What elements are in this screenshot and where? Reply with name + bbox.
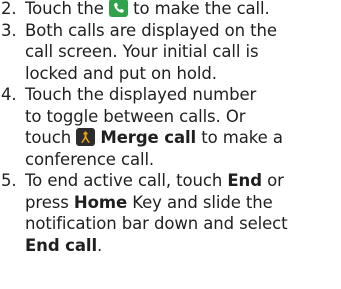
step-line: Touch the displayed number — [25, 85, 257, 104]
step-number: 5. — [1, 171, 17, 190]
step-line: End call. — [25, 235, 341, 257]
step-text: or — [267, 171, 284, 190]
step-line: Both calls are displayed on the — [25, 20, 277, 40]
step-text: Touch the — [25, 0, 104, 18]
step-line: call screen. Your initial call is — [25, 42, 259, 61]
step-text: press — [25, 192, 69, 212]
step-number: 2. — [1, 0, 17, 18]
step-line: touch Merge call to make a — [25, 127, 341, 149]
end-label: End — [227, 171, 262, 190]
merge-call-icon — [76, 128, 96, 146]
step-line: to toggle between calls. Or — [25, 106, 246, 126]
instruction-steps: 2. Touch the to make the call. 3. Both c… — [0, 0, 341, 256]
step-number: 4. — [1, 85, 17, 104]
step-line: notification bar down and select — [25, 214, 288, 233]
step-text: . — [97, 235, 103, 255]
step-text: to make a — [201, 128, 283, 147]
home-key-label: Home — [73, 192, 128, 212]
step-line: conference call. — [25, 149, 155, 169]
step-text: Key and slide the — [132, 192, 273, 212]
step-text: touch — [25, 128, 72, 147]
phone-icon — [108, 0, 128, 17]
step-line: Touch the to make the call. — [25, 0, 341, 20]
step-3: 3. Both calls are displayed on the call … — [0, 20, 341, 85]
step-line: press Home Key and slide the — [25, 192, 341, 214]
step-text: to make the call. — [133, 0, 270, 18]
end-call-label: End call — [25, 235, 97, 255]
step-4: 4. Touch the displayed number to toggle … — [0, 84, 341, 170]
step-line: To end active call, touch End or — [25, 170, 341, 192]
step-line: locked and put on hold. — [25, 63, 217, 83]
step-text: To end active call, touch — [25, 171, 223, 190]
step-5: 5. To end active call, touch End or pres… — [0, 170, 341, 256]
step-number: 3. — [1, 20, 17, 40]
merge-call-label: Merge call — [100, 128, 197, 147]
step-2: 2. Touch the to make the call. — [0, 0, 341, 20]
